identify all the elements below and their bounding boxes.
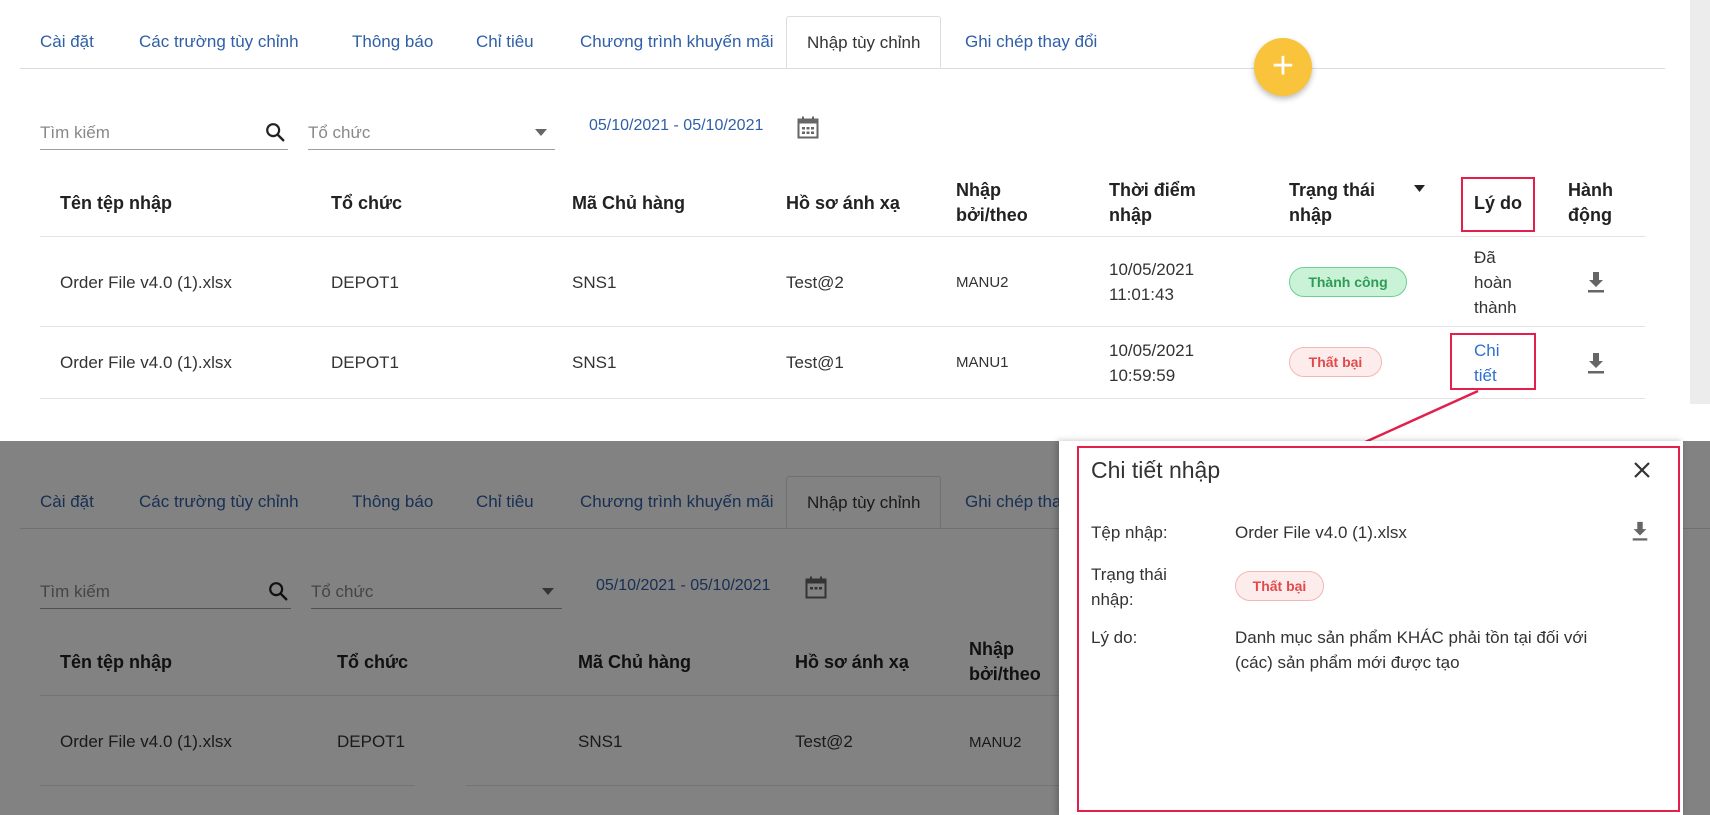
highlight-box-dialog [1077,446,1680,812]
